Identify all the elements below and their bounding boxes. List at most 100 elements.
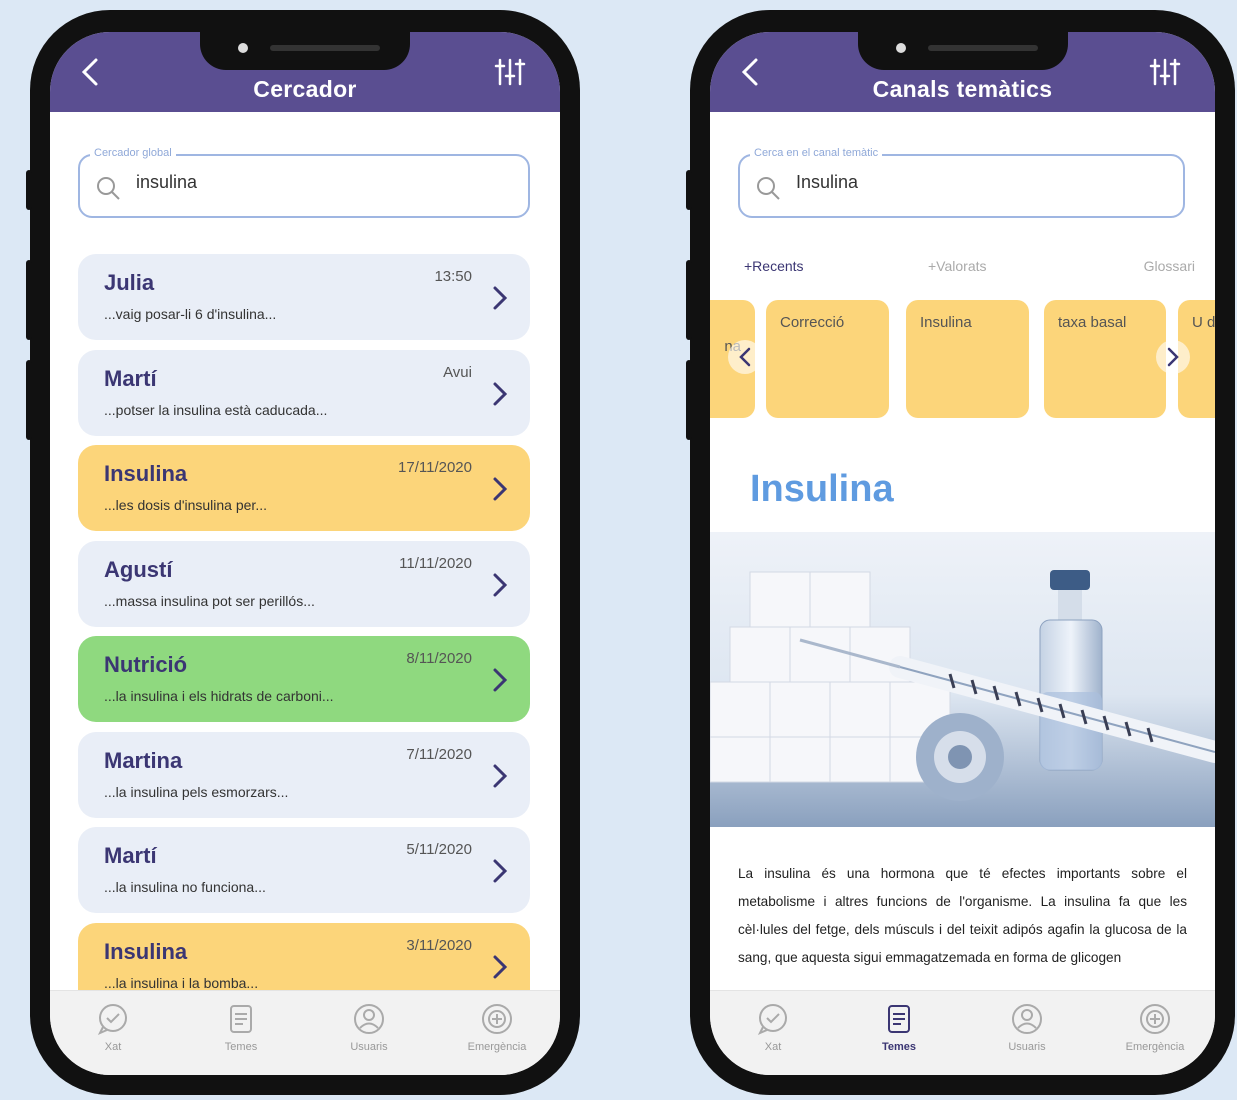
results-list: Julia ...vaig posar-li 6 d'insulina... 1… (78, 254, 530, 1018)
result-date: 17/11/2020 (398, 459, 472, 476)
chevron-right-icon (493, 859, 508, 883)
phone-side-button (686, 260, 692, 340)
topic-card[interactable]: Correcció (766, 300, 889, 418)
chevron-right-icon (493, 573, 508, 596)
result-name: Insulina (104, 938, 188, 964)
search-input[interactable] (136, 172, 436, 193)
document-icon (230, 1005, 252, 1033)
article-heading: Insulina (750, 468, 894, 510)
result-snippet: ...les dosis d'insulina per... (104, 497, 267, 513)
result-date: Avui (443, 363, 472, 381)
chevron-right-icon (493, 955, 508, 978)
phone-side-button (26, 360, 32, 440)
result-snippet: ...la insulina pels esmorzars... (104, 783, 289, 800)
tab-label: Usuaris (1008, 1041, 1046, 1053)
result-snippet: ...la insulina i la bomba... (104, 974, 259, 991)
phone-search: Cercador Cercador global Julia ...vaig p… (26, 10, 580, 1095)
screen: Canals temàtics Cerca en el canal temàti… (710, 32, 1215, 1075)
filter-valorats[interactable]: +Valorats (928, 258, 987, 274)
document-icon (888, 1005, 910, 1033)
chevron-right-icon (493, 286, 508, 310)
chevron-left-icon (739, 347, 751, 367)
result-name: Insulina (104, 461, 188, 486)
filter-sliders-icon[interactable] (490, 52, 530, 92)
result-date: 3/11/2020 (406, 936, 472, 954)
chevron-right-icon (493, 764, 508, 787)
result-name: Julia (104, 270, 155, 295)
chevron-right-icon (493, 382, 508, 405)
result-item[interactable]: Agustí ...massa insulina pot ser perilló… (78, 540, 530, 627)
result-date: 8/11/2020 (406, 650, 472, 667)
tab-label: Temes (224, 1041, 258, 1053)
search-label: Cercador global (90, 147, 176, 159)
carousel-next-button[interactable] (1156, 340, 1190, 374)
carousel-prev-button[interactable] (728, 340, 762, 374)
chat-icon (97, 1004, 127, 1035)
result-name: Nutrició (104, 652, 188, 677)
filter-recents[interactable]: +Recents (744, 258, 804, 274)
page-title: Canals temàtics (872, 76, 1053, 102)
tab-label: Xat (764, 1041, 782, 1053)
result-date: 13:50 (434, 268, 472, 285)
filter-sliders-icon[interactable] (1145, 52, 1185, 92)
result-name: Martí (104, 365, 157, 391)
result-date: 11/11/2020 (399, 554, 472, 572)
topic-card[interactable]: taxa basal (1044, 300, 1166, 418)
result-item[interactable]: Martí ...potser la insulina està caducad… (78, 349, 530, 436)
result-item[interactable]: Nutrició ...la insulina i els hidrats de… (78, 636, 530, 722)
tab-usuaris[interactable]: Usuaris (972, 1001, 1082, 1053)
user-icon (354, 1004, 384, 1034)
insulin-photo (710, 532, 1215, 827)
search-icon (97, 177, 120, 200)
tab-xat[interactable]: Xat (718, 1001, 828, 1053)
page-title: Cercador (253, 76, 357, 102)
topic-card[interactable]: Insulina (906, 300, 1029, 418)
topic-card-label: U d (1192, 314, 1215, 331)
tab-usuaris[interactable]: Usuaris (314, 1001, 424, 1053)
bottom-tab-bar: Xat Temes Usuaris Emergència (710, 990, 1215, 1075)
result-date: 5/11/2020 (406, 841, 472, 858)
screen: Cercador Cercador global Julia ...vaig p… (50, 32, 560, 1075)
topic-card-label: Insulina (920, 314, 972, 331)
result-name: Agustí (104, 556, 173, 582)
global-search-field: Cercador global (78, 147, 530, 218)
tab-emergencia[interactable]: Emergència (1100, 1001, 1210, 1053)
result-name: Martí (104, 843, 157, 868)
topic-card-label: Correcció (780, 314, 845, 331)
filter-glossari[interactable]: Glossari (1144, 258, 1195, 274)
phone-side-button (686, 360, 692, 440)
tab-label: Usuaris (350, 1041, 388, 1053)
result-snippet: ...massa insulina pot ser perillós... (104, 592, 315, 609)
result-item[interactable]: Martí ...la insulina no funciona... 5/11… (78, 827, 530, 913)
emergency-icon (1140, 1004, 1170, 1034)
result-item[interactable]: Martina ...la insulina pels esmorzars...… (78, 731, 530, 818)
phone-side-button (26, 170, 32, 210)
topic-cards-carousel: na Correcció Insulina taxa basal U d (710, 300, 1215, 420)
tab-label: Temes (881, 1041, 917, 1053)
result-snippet: ...vaig posar-li 6 d'insulina... (104, 306, 277, 322)
app-header: Canals temàtics (710, 32, 1215, 112)
chevron-right-icon (493, 668, 508, 692)
search-label: Cerca en el canal temàtic (750, 147, 883, 159)
result-item[interactable]: Julia ...vaig posar-li 6 d'insulina... 1… (78, 254, 530, 340)
chevron-right-icon (493, 477, 508, 501)
tab-xat[interactable]: Xat (58, 1001, 168, 1053)
tab-temes[interactable]: Temes (844, 1001, 954, 1053)
user-icon (1012, 1004, 1042, 1034)
topic-card-label: taxa basal (1058, 314, 1127, 331)
phone-side-button (26, 260, 32, 340)
article-body: La insulina és una hormona que té efecte… (738, 866, 1187, 965)
chevron-right-icon (1167, 347, 1179, 367)
phone-notch (857, 32, 1068, 70)
result-snippet: ...la insulina no funciona... (104, 879, 266, 895)
result-item[interactable]: Insulina ...les dosis d'insulina per... … (78, 445, 530, 531)
phone-notch (200, 32, 410, 70)
emergency-icon (482, 1004, 512, 1034)
tab-label: Emergència (467, 1041, 527, 1053)
result-snippet: ...la insulina i els hidrats de carboni.… (104, 688, 334, 704)
tab-emergencia[interactable]: Emergència (442, 1001, 552, 1053)
tab-temes[interactable]: Temes (186, 1001, 296, 1053)
result-name: Martina (104, 747, 183, 773)
search-input[interactable] (796, 172, 1096, 193)
tab-label: Emergència (1125, 1041, 1185, 1053)
